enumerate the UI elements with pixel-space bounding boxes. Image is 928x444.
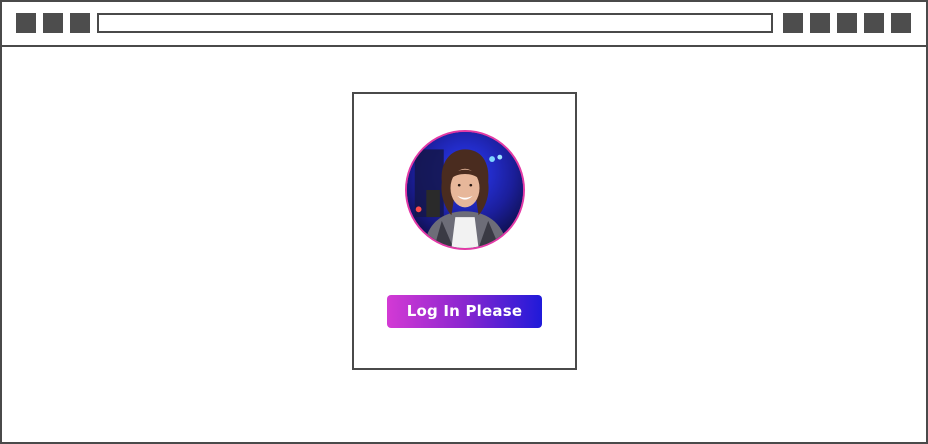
address-bar[interactable] xyxy=(97,13,773,33)
user-avatar xyxy=(405,130,525,250)
toolbar-button-5[interactable] xyxy=(891,13,911,33)
toolbar-button-3[interactable] xyxy=(837,13,857,33)
browser-toolbar xyxy=(2,2,926,47)
toolbar-button-1[interactable] xyxy=(783,13,803,33)
toolbar-button-4[interactable] xyxy=(864,13,884,33)
user-avatar-photo xyxy=(407,132,523,248)
window-control-3[interactable] xyxy=(70,13,90,33)
login-button[interactable]: Log In Please xyxy=(387,295,542,328)
window-control-1[interactable] xyxy=(16,13,36,33)
window-control-2[interactable] xyxy=(43,13,63,33)
toolbar-button-2[interactable] xyxy=(810,13,830,33)
browser-window: Log In Please xyxy=(0,0,928,444)
login-card: Log In Please xyxy=(352,92,577,370)
